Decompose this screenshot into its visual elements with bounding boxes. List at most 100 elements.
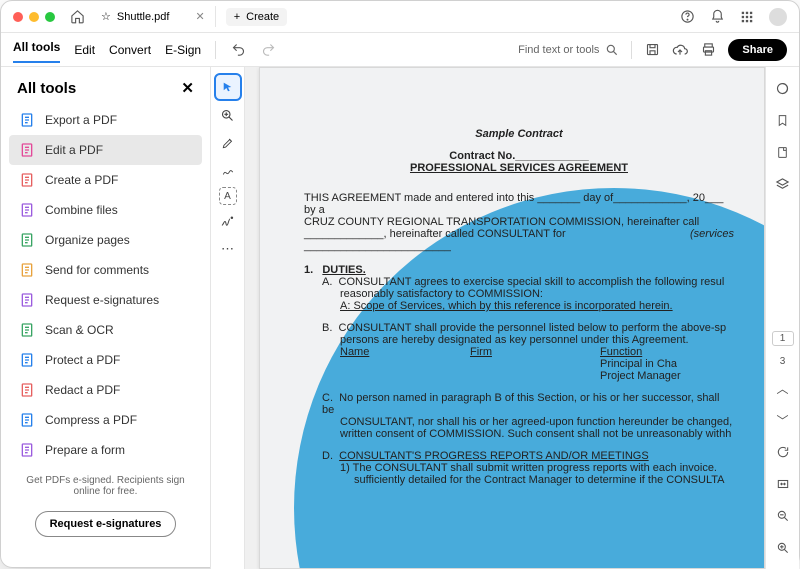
fit-width-icon[interactable] (772, 473, 794, 495)
sidebar-item-label: Organize pages (45, 233, 130, 247)
col-function: Function (600, 346, 642, 358)
tool-icon (19, 232, 35, 248)
tab-all-tools[interactable]: All tools (13, 36, 60, 63)
minimize-window-button[interactable] (29, 12, 39, 22)
sign-tool-icon[interactable] (216, 209, 240, 233)
tab-esign[interactable]: E-Sign (165, 39, 201, 61)
right-rail: 1 3 ︿ ﹀ (765, 67, 799, 569)
main-toolbar: All tools Edit Convert E-Sign Find text … (1, 33, 799, 67)
star-icon[interactable]: ☆ (101, 10, 111, 23)
pdf-page: Sample Contract Contract No.____________… (259, 67, 765, 569)
tool-icon (19, 142, 35, 158)
sidebar-item-compress-a-pdf[interactable]: Compress a PDF (9, 405, 202, 435)
page-thumbnails-icon[interactable] (772, 141, 794, 163)
sidebar-item-organize-pages[interactable]: Organize pages (9, 225, 202, 255)
sidebar-item-label: Edit a PDF (45, 143, 103, 157)
tool-icon (19, 202, 35, 218)
redo-icon[interactable] (260, 42, 276, 58)
sidebar-item-create-a-pdf[interactable]: Create a PDF (9, 165, 202, 195)
notifications-icon[interactable] (709, 9, 725, 25)
doc-sample-label: Sample Contract (304, 128, 734, 140)
doc-title: PROFESSIONAL SERVICES AGREEMENT (304, 162, 734, 174)
tool-icon (19, 112, 35, 128)
doc-contract-no: Contract No.____________ (304, 150, 734, 162)
select-tool-icon[interactable] (216, 75, 240, 99)
page-down-icon[interactable]: ﹀ (772, 409, 794, 431)
undo-icon[interactable] (230, 42, 246, 58)
sidebar-item-label: Create a PDF (45, 173, 118, 187)
separator (215, 41, 216, 59)
sidebar-item-export-a-pdf[interactable]: Export a PDF (9, 105, 202, 135)
page-up-icon[interactable]: ︿ (772, 377, 794, 399)
tab-convert[interactable]: Convert (109, 39, 151, 61)
help-icon[interactable] (679, 9, 695, 25)
doc-c-text2: CONSULTANT, nor shall his or her agreed-… (340, 416, 734, 428)
document-tool-strip: A ⋯ (211, 67, 245, 569)
sidebar-item-label: Combine files (45, 203, 118, 217)
tool-icon (19, 322, 35, 338)
zoom-in-icon[interactable] (772, 537, 794, 559)
tool-icon (19, 352, 35, 368)
window-titlebar: ☆ Shuttle.pdf ✕ + Create (1, 1, 799, 33)
current-page-input[interactable]: 1 (772, 331, 794, 346)
cloud-upload-icon[interactable] (672, 42, 688, 58)
user-avatar[interactable] (769, 8, 787, 26)
apps-grid-icon[interactable] (739, 9, 755, 25)
doc-para1d: (services (690, 228, 734, 252)
create-tab-button[interactable]: + Create (226, 8, 287, 26)
home-icon[interactable] (69, 9, 85, 25)
zoom-tool-icon[interactable] (216, 103, 240, 127)
sidebar-item-label: Redact a PDF (45, 383, 120, 397)
doc-a-text2: reasonably satisfactory to COMMISSION: (340, 288, 734, 300)
doc-b-text1: CONSULTANT shall provide the personnel l… (339, 322, 727, 334)
zoom-out-icon[interactable] (772, 505, 794, 527)
search-icon (605, 43, 619, 57)
sidebar-item-scan-ocr[interactable]: Scan & OCR (9, 315, 202, 345)
doc-a-label: A. (322, 276, 332, 288)
close-window-button[interactable] (13, 12, 23, 22)
tools-sidebar: All tools ✕ Export a PDF Edit a PDF Create… (1, 67, 211, 569)
sidebar-item-send-for-comments[interactable]: Send for comments (9, 255, 202, 285)
draw-tool-icon[interactable] (216, 159, 240, 183)
tool-icon (19, 412, 35, 428)
sidebar-footer-text: Get PDFs e-signed. Recipients sign onlin… (9, 465, 202, 507)
layers-icon[interactable] (772, 173, 794, 195)
doc-c-text1: No person named in paragraph B of this S… (322, 392, 719, 416)
sidebar-item-protect-a-pdf[interactable]: Protect a PDF (9, 345, 202, 375)
request-esignatures-button[interactable]: Request e-signatures (35, 511, 177, 537)
close-tab-icon[interactable]: ✕ (195, 10, 204, 23)
document-viewport[interactable]: Sample Contract Contract No.____________… (245, 67, 765, 569)
rotate-icon[interactable] (772, 441, 794, 463)
sidebar-item-prepare-a-form[interactable]: Prepare a form (9, 435, 202, 465)
document-tab[interactable]: ☆ Shuttle.pdf ✕ (91, 6, 216, 27)
more-tools-icon[interactable]: ⋯ (216, 237, 240, 261)
window-controls (13, 12, 55, 22)
tool-icon (19, 172, 35, 188)
col-firm: Firm (470, 346, 600, 358)
sidebar-item-request-e-signatures[interactable]: Request e-signatures (9, 285, 202, 315)
doc-d-text1: 1) The CONSULTANT shall submit written p… (340, 462, 734, 474)
sidebar-title: All tools (17, 80, 76, 97)
close-sidebar-icon[interactable]: ✕ (181, 79, 194, 97)
row-pm: Project Manager (600, 370, 681, 382)
highlight-tool-icon[interactable] (216, 131, 240, 155)
bookmark-icon[interactable] (772, 109, 794, 131)
doc-a-text3: A: Scope of Services, which by this refe… (340, 300, 673, 312)
doc-sec1-title: DUTIES. (322, 264, 365, 276)
text-box-tool-icon[interactable]: A (219, 187, 237, 205)
plus-icon: + (234, 11, 240, 23)
doc-b-label: B. (322, 322, 332, 334)
find-tool[interactable]: Find text or tools (518, 43, 619, 57)
doc-a-text1: CONSULTANT agrees to exercise special sk… (339, 276, 725, 288)
maximize-window-button[interactable] (45, 12, 55, 22)
panel-toggle-icon[interactable] (772, 77, 794, 99)
sidebar-item-combine-files[interactable]: Combine files (9, 195, 202, 225)
sidebar-item-edit-a-pdf[interactable]: Edit a PDF (9, 135, 202, 165)
save-icon[interactable] (644, 42, 660, 58)
sidebar-item-label: Request e-signatures (45, 293, 159, 307)
tab-edit[interactable]: Edit (74, 39, 95, 61)
print-icon[interactable] (700, 42, 716, 58)
doc-para1b: CRUZ COUNTY REGIONAL TRANSPORTATION COMM… (304, 216, 734, 228)
sidebar-item-redact-a-pdf[interactable]: Redact a PDF (9, 375, 202, 405)
share-button[interactable]: Share (728, 39, 787, 61)
